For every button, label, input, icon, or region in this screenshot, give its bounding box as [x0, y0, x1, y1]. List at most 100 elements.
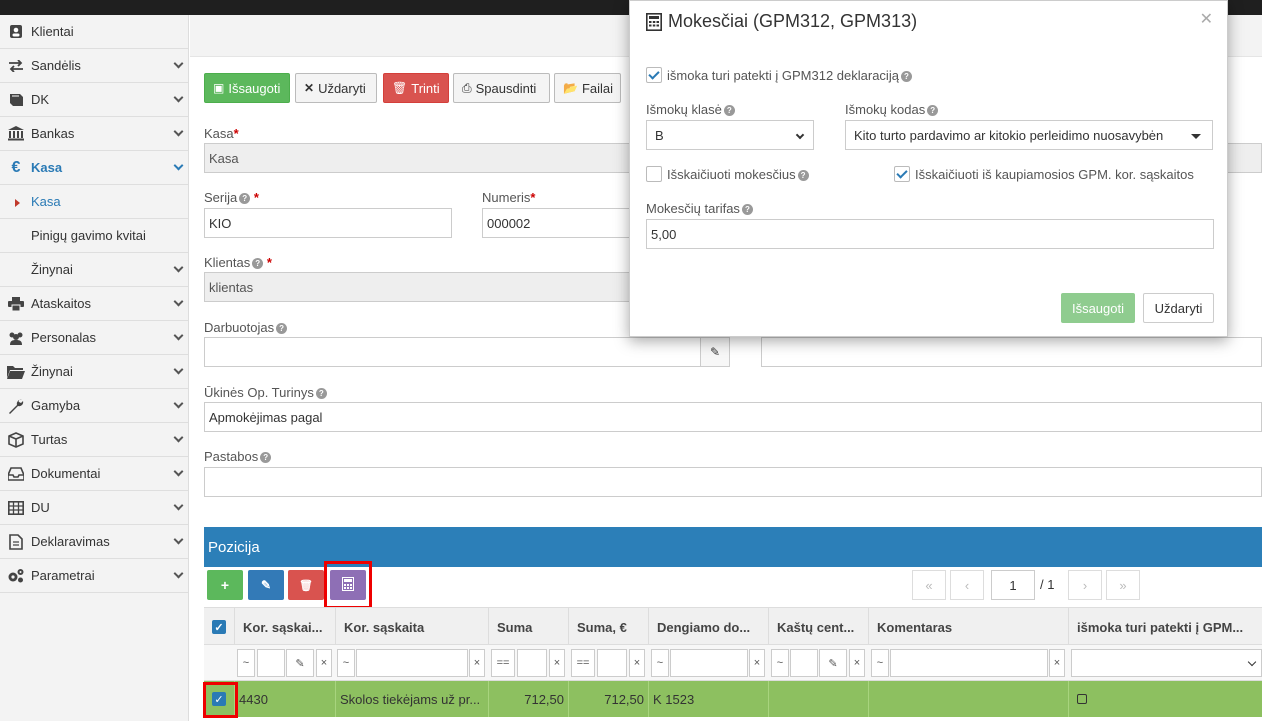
filter-op[interactable]: ==: [491, 649, 515, 677]
kodas-label: Išmokų kodas?: [845, 102, 939, 117]
sidebar-item-zinynai[interactable]: Žinynai: [0, 355, 188, 389]
filter-clear-button[interactable]: ×: [316, 649, 332, 677]
pager-next-button[interactable]: ›: [1068, 570, 1102, 600]
chevron-down-icon: [173, 160, 184, 171]
sidebar-item-personalas[interactable]: Personalas: [0, 321, 188, 355]
pager-first-button[interactable]: «: [912, 570, 946, 600]
serija-field[interactable]: KIO: [204, 208, 452, 238]
files-button[interactable]: 📂 Failai: [554, 73, 621, 103]
sidebar-item-kasa[interactable]: € Kasa: [0, 151, 188, 185]
filter-input[interactable]: [597, 649, 627, 677]
pager-last-button[interactable]: »: [1106, 570, 1140, 600]
filter-clear-button[interactable]: ×: [749, 649, 765, 677]
ukines-field[interactable]: Apmokėjimas pagal: [204, 402, 1262, 432]
modal-save-button[interactable]: Išsaugoti: [1061, 293, 1135, 323]
clear-icon: ×: [753, 657, 761, 669]
document-icon: [6, 533, 26, 550]
edit-darbuotojas-button[interactable]: ✎: [700, 337, 730, 367]
filter-clear-button[interactable]: ×: [1049, 649, 1065, 677]
filter-op[interactable]: ~: [651, 649, 669, 677]
sidebar-subitem-kasa[interactable]: Kasa: [0, 185, 188, 219]
sidebar-item-gamyba[interactable]: Gamyba: [0, 389, 188, 423]
sidebar-item-parametrai[interactable]: Parametrai: [0, 559, 188, 593]
col-komentaras[interactable]: Komentaras: [868, 608, 1068, 646]
gpm312-checkbox[interactable]: [646, 67, 662, 83]
tarifas-input[interactable]: 5,00: [646, 219, 1214, 249]
sidebar-item-du[interactable]: DU: [0, 491, 188, 525]
pager-prev-button[interactable]: ‹: [950, 570, 984, 600]
check-icon: ✓: [212, 620, 226, 634]
sidebar-item-sandelis[interactable]: Sandėlis: [0, 49, 188, 83]
filter-clear-button[interactable]: ×: [629, 649, 645, 677]
delete-button[interactable]: 🗑 Trinti: [383, 73, 449, 103]
cell-gpm-checkbox[interactable]: [1068, 681, 1262, 717]
taxes-modal: Mokesčiai (GPM312, GPM313) ✕ išmoka turi…: [629, 0, 1228, 337]
sidebar-item-klientai[interactable]: Klientai: [0, 15, 188, 49]
filter-op[interactable]: ~: [771, 649, 789, 677]
filter-op[interactable]: ~: [871, 649, 889, 677]
sidebar-item-deklaravimas[interactable]: Deklaravimas: [0, 525, 188, 559]
filter-input[interactable]: [517, 649, 547, 677]
chevron-down-icon: [1247, 657, 1257, 666]
col-kor-saskaitos-kodas[interactable]: Kor. sąskai...: [234, 608, 335, 646]
cell-dengiamo: K 1523: [648, 681, 768, 717]
filter-clear-button[interactable]: ×: [469, 649, 485, 677]
trash-icon: 🗑: [299, 579, 313, 592]
col-dengiamo-dokumento[interactable]: Dengiamo do...: [648, 608, 768, 646]
filter-select[interactable]: [1071, 649, 1262, 677]
sidebar-subitem-pinigu-gavimo-kvitai[interactable]: Pinigų gavimo kvitai: [0, 219, 188, 253]
chevron-down-icon: [173, 568, 184, 579]
filter-op[interactable]: ~: [237, 649, 255, 677]
clear-icon: ×: [853, 657, 861, 669]
col-gpm[interactable]: išmoka turi patekti į GPM...: [1068, 608, 1262, 646]
modal-close-icon[interactable]: ✕: [1200, 9, 1213, 29]
page-number-input[interactable]: 1: [991, 570, 1035, 600]
filter-op[interactable]: ~: [337, 649, 355, 677]
filter-input[interactable]: [356, 649, 468, 677]
users-icon: [6, 330, 26, 346]
darbuotojas-extra-field[interactable]: [761, 337, 1262, 367]
col-suma[interactable]: Suma: [488, 608, 568, 646]
kaupiamosios-checkbox[interactable]: [894, 166, 910, 182]
add-row-button[interactable]: +: [207, 570, 243, 600]
isskaiciuoti-checkbox[interactable]: [646, 166, 662, 182]
close-button[interactable]: ✕ Uždaryti: [295, 73, 377, 103]
print-button[interactable]: ⎙ Spausdinti: [453, 73, 550, 103]
col-kor-saskaita[interactable]: Kor. sąskaita: [335, 608, 488, 646]
print-icon: [6, 296, 26, 312]
pastabos-field[interactable]: [204, 467, 1262, 497]
sidebar-item-dk[interactable]: DK: [0, 83, 188, 117]
col-kastu-centras[interactable]: Kaštų cent...: [768, 608, 868, 646]
sidebar-item-ataskaitos[interactable]: Ataskaitos: [0, 287, 188, 321]
modal-close-button[interactable]: Uždaryti: [1143, 293, 1214, 323]
delete-row-button[interactable]: 🗑: [288, 570, 324, 600]
sidebar-item-dokumentai[interactable]: Dokumentai: [0, 457, 188, 491]
close-icon: ✕: [304, 81, 315, 95]
table-row[interactable]: ✓ 4430 Skolos tiekėjams už pr... 712,50 …: [204, 681, 1262, 717]
filter-pencil-button[interactable]: ✎: [286, 649, 314, 677]
kodas-select[interactable]: Kito turto pardavimo ar kitokio perleidi…: [845, 120, 1213, 150]
sidebar-item-bankas[interactable]: Bankas: [0, 117, 188, 151]
help-icon: ?: [741, 204, 753, 216]
filter-clear-button[interactable]: ×: [849, 649, 865, 677]
filter-op[interactable]: ==: [571, 649, 595, 677]
select-all-checkbox[interactable]: ✓: [204, 608, 234, 646]
exchange-icon: [6, 58, 26, 74]
filter-input[interactable]: [890, 649, 1048, 677]
sidebar-subitem-zinynai[interactable]: Žinynai: [0, 253, 188, 287]
pencil-icon: ✎: [260, 578, 272, 592]
sidebar-item-turtas[interactable]: Turtas: [0, 423, 188, 457]
numeris-field[interactable]: 000002: [482, 208, 642, 238]
filter-pencil-button[interactable]: ✎: [819, 649, 847, 677]
save-button[interactable]: ▣ Išsaugoti: [204, 73, 290, 103]
darbuotojas-field[interactable]: [204, 337, 701, 367]
page-total: / 1: [1040, 577, 1055, 592]
col-suma-eur[interactable]: Suma, €: [568, 608, 648, 646]
filter-input[interactable]: [790, 649, 818, 677]
sidebar-item-label: Parametrai: [31, 568, 95, 583]
filter-input[interactable]: [257, 649, 285, 677]
filter-clear-button[interactable]: ×: [549, 649, 565, 677]
filter-input[interactable]: [670, 649, 748, 677]
klase-select[interactable]: B: [646, 120, 814, 150]
edit-row-button[interactable]: ✎: [248, 570, 284, 600]
